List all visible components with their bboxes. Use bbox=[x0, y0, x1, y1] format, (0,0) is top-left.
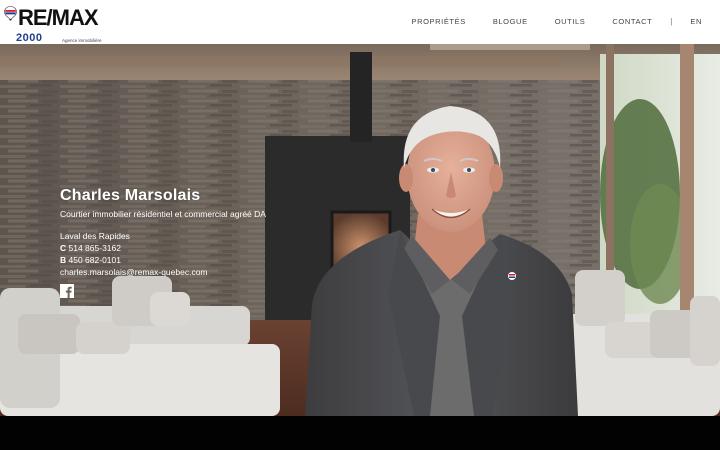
cell-phone: 514 865-3162 bbox=[68, 243, 121, 253]
remax-logo[interactable]: RE/MAX 2000 Agence immobilière bbox=[4, 4, 114, 44]
nav-item-contact[interactable]: CONTACT bbox=[612, 16, 652, 28]
language-switch[interactable]: EN bbox=[690, 16, 702, 28]
office-prefix: B bbox=[60, 255, 67, 265]
facebook-icon[interactable] bbox=[60, 284, 74, 298]
nav-separator: | bbox=[670, 17, 673, 26]
cell-phone-line[interactable]: C 514 865-3162 bbox=[60, 242, 266, 254]
office-phone-line[interactable]: B 450 682-0101 bbox=[60, 254, 266, 266]
office-phone: 450 682-0101 bbox=[68, 255, 121, 265]
site-header: RE/MAX 2000 Agence immobilière PROPRIÉTÉ… bbox=[0, 0, 720, 44]
nav-item-blogue[interactable]: BLOGUE bbox=[493, 16, 528, 28]
nav-item-proprietes[interactable]: PROPRIÉTÉS bbox=[411, 16, 465, 28]
main-nav: PROPRIÉTÉS BLOGUE OUTILS CONTACT | EN bbox=[384, 16, 702, 28]
contact-block: Laval des Rapides C 514 865-3162 B 450 6… bbox=[60, 230, 266, 278]
email-link[interactable]: charles.marsolais@remax-quebec.com bbox=[60, 266, 266, 278]
balloon-icon bbox=[4, 6, 17, 21]
agent-info-panel: Charles Marsolais Courtier immobilier ré… bbox=[60, 186, 266, 298]
agent-title: Courtier immobilier résidentiel et comme… bbox=[60, 209, 266, 219]
brand-name: RE/MAX bbox=[18, 5, 99, 30]
agent-office: Laval des Rapides bbox=[60, 231, 130, 241]
cell-prefix: C bbox=[60, 243, 67, 253]
brand-tagline: Agence immobilière bbox=[62, 38, 102, 43]
hero-banner: Charles Marsolais Courtier immobilier ré… bbox=[0, 44, 720, 416]
brand-sub: 2000 bbox=[16, 32, 43, 44]
agent-name: Charles Marsolais bbox=[60, 187, 201, 204]
footer-strip bbox=[0, 416, 720, 450]
nav-item-outils[interactable]: OUTILS bbox=[555, 16, 586, 28]
